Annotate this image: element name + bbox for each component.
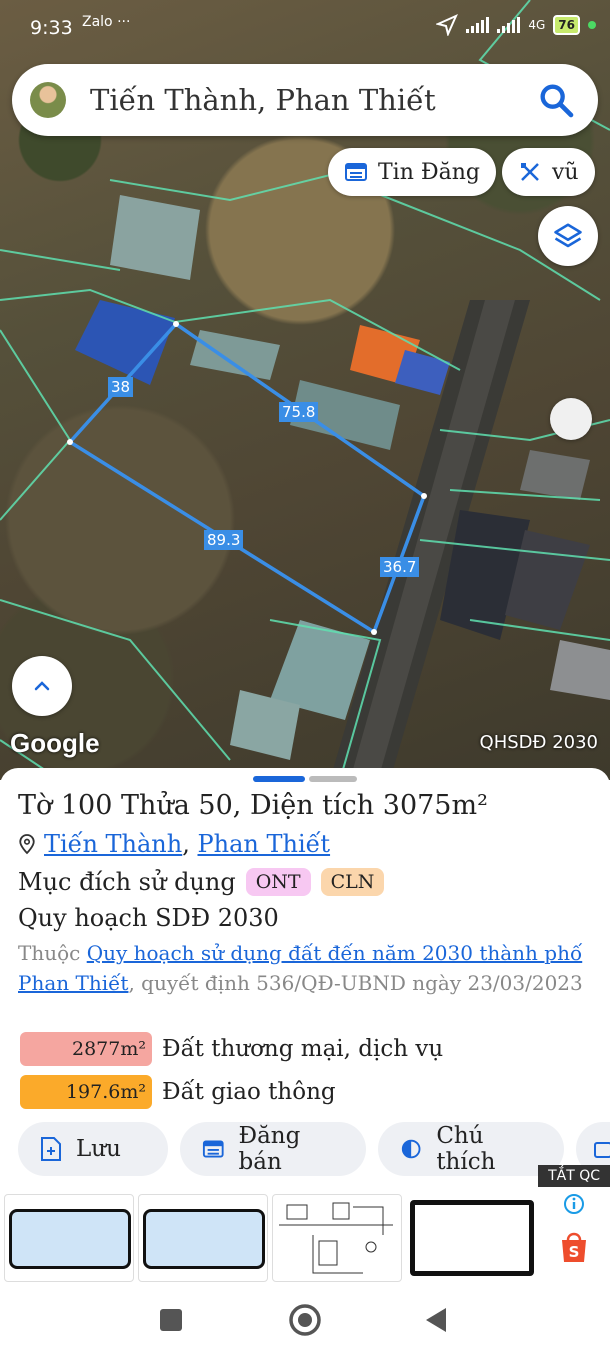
phone-screen-image xyxy=(9,1209,131,1269)
listings-chip-label: Tin Đăng xyxy=(378,159,480,185)
add-file-icon xyxy=(41,1137,61,1161)
sheet-page-indicator[interactable] xyxy=(309,776,357,782)
system-nav-bar xyxy=(0,1284,610,1356)
zone-area-badge: 197.6m² xyxy=(20,1075,152,1109)
location-arrow-icon xyxy=(436,14,459,36)
plan-description: Thuộc Quy hoạch sử dụng đất đến năm 2030… xyxy=(18,938,588,998)
status-app-icons: Zalo ··· xyxy=(82,14,131,30)
legend-button-label: Chú thích xyxy=(436,1123,496,1175)
dimension-label: 36.7 xyxy=(380,557,420,577)
listing-icon xyxy=(345,163,367,181)
parcel-title: Tờ 100 Thửa 50, Diện tích 3075m² xyxy=(18,790,488,821)
zone-row: 2877m² Đất thương mại, dịch vụ xyxy=(20,1032,443,1066)
city-link[interactable]: Phan Thiết xyxy=(198,830,331,858)
recent-apps-button[interactable] xyxy=(160,1309,182,1331)
save-button[interactable]: Lưu xyxy=(18,1122,168,1176)
search-bar[interactable]: Tiến Thành, Phan Thiết xyxy=(12,64,598,136)
status-bar: 9:33 Zalo ··· 4G 76 xyxy=(0,0,610,56)
ad-product-card[interactable] xyxy=(272,1194,402,1282)
dimension-label: 75.8 xyxy=(279,402,319,422)
phone-screen-image xyxy=(143,1209,265,1269)
layers-icon xyxy=(554,223,582,248)
add-image-icon xyxy=(594,1142,610,1158)
ad-banner[interactable]: S xyxy=(0,1190,610,1284)
svg-text:S: S xyxy=(569,1243,580,1261)
zone-area-badge: 2877m² xyxy=(20,1032,152,1066)
layers-button[interactable] xyxy=(538,206,598,266)
close-ad-button[interactable]: TẮT QC xyxy=(538,1165,610,1187)
network-type: 4G xyxy=(528,18,546,32)
post-listing-label: Đăng bán xyxy=(238,1123,301,1175)
plan-title: Quy hoạch SDĐ 2030 xyxy=(18,904,279,932)
draw-chip[interactable]: vũ xyxy=(502,148,595,196)
ruler-pencil-icon xyxy=(521,163,539,181)
plan-suffix: , quyết định 536/QĐ-UBND ngày 23/03/2023 xyxy=(128,971,583,995)
listings-chip[interactable]: Tin Đăng xyxy=(328,148,496,196)
search-icon[interactable] xyxy=(536,80,576,120)
save-button-label: Lưu xyxy=(76,1136,121,1162)
dimension-label: 89.3 xyxy=(204,530,244,550)
back-button[interactable] xyxy=(424,1306,448,1334)
contrast-icon xyxy=(401,1139,421,1159)
zone-row: 197.6m² Đất giao thông xyxy=(20,1075,336,1109)
home-button[interactable] xyxy=(287,1302,323,1338)
separator: , xyxy=(182,830,198,858)
commune-link[interactable]: Tiến Thành xyxy=(44,830,182,858)
ad-product-card[interactable] xyxy=(4,1194,134,1282)
battery-icon: 76 xyxy=(553,15,580,35)
ad-product-card[interactable] xyxy=(138,1194,268,1282)
ad-product-card[interactable] xyxy=(406,1194,536,1282)
expand-sheet-button[interactable] xyxy=(12,656,72,716)
layer-label: QHSDĐ 2030 xyxy=(479,732,598,753)
listing-icon xyxy=(202,1140,224,1158)
legend-button[interactable]: Chú thích xyxy=(378,1122,564,1176)
chevron-up-icon xyxy=(34,681,50,691)
status-time: 9:33 xyxy=(30,17,73,39)
zone-label: Đất thương mại, dịch vụ xyxy=(162,1036,444,1062)
parcel-info-sheet: Tờ 100 Thửa 50, Diện tích 3075m² Tiến Th… xyxy=(0,768,610,1188)
purpose-tag[interactable]: CLN xyxy=(320,868,385,896)
dot-icon xyxy=(588,21,596,29)
location-pin-icon xyxy=(19,834,35,855)
google-logo: Google xyxy=(10,728,100,758)
map-view[interactable]: 38 75.8 89.3 36.7 9:33 Zalo ··· 4G 76 Ti… xyxy=(0,0,610,780)
parcel-location: Tiến Thành, Phan Thiết xyxy=(18,830,330,858)
circuit-diagram-image xyxy=(279,1202,393,1274)
side-handle[interactable] xyxy=(550,398,592,440)
plan-prefix: Thuộc xyxy=(18,941,87,965)
draw-chip-label: vũ xyxy=(552,159,579,185)
post-listing-button[interactable]: Đăng bán xyxy=(180,1122,366,1176)
shopping-bag-icon[interactable]: S xyxy=(556,1228,592,1264)
signal-icon xyxy=(497,17,521,33)
status-indicators: 4G 76 xyxy=(436,14,596,36)
zone-label: Đất giao thông xyxy=(162,1079,336,1105)
dimension-label: 38 xyxy=(108,377,134,397)
signal-icon xyxy=(466,17,490,33)
sheet-page-indicator[interactable] xyxy=(253,776,305,782)
land-purpose-row: Mục đích sử dụng ONT CLN xyxy=(18,868,385,896)
purpose-label: Mục đích sử dụng xyxy=(18,868,236,896)
tablet-screen-image xyxy=(410,1200,534,1276)
purpose-tag[interactable]: ONT xyxy=(245,868,311,896)
info-icon[interactable] xyxy=(562,1192,586,1216)
search-input[interactable]: Tiến Thành, Phan Thiết xyxy=(90,83,536,117)
avatar[interactable] xyxy=(30,82,66,118)
